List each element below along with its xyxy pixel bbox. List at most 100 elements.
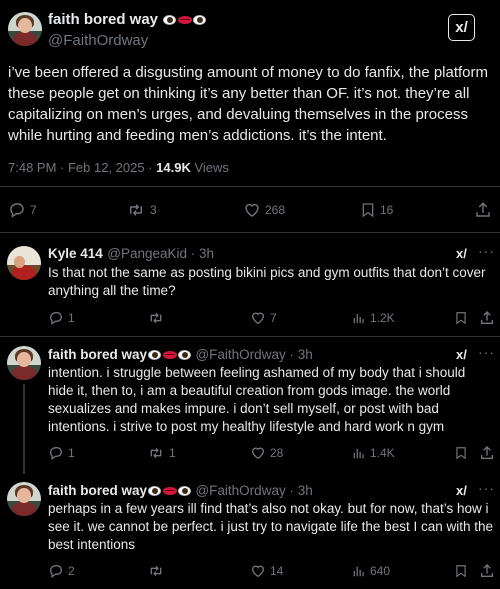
reply-button[interactable]: 2 xyxy=(48,563,75,579)
reply-icon xyxy=(49,447,63,460)
share-icon xyxy=(481,446,493,459)
avatar[interactable] xyxy=(7,246,41,280)
bookmark-button[interactable] xyxy=(454,445,468,461)
author-handle[interactable]: @FaithOrdway xyxy=(48,32,148,49)
bookmark-button[interactable] xyxy=(454,310,468,326)
bookmark-button[interactable] xyxy=(454,563,468,579)
divider xyxy=(0,232,500,233)
repost-button[interactable] xyxy=(147,563,169,579)
reply-author-handle[interactable]: @FaithOrdway · 3h xyxy=(195,483,312,498)
eye-emoji-icon xyxy=(148,350,162,361)
thread-line xyxy=(23,384,25,474)
share-button[interactable] xyxy=(479,310,495,326)
eye-emoji-icon xyxy=(178,350,192,361)
bookmark-count: 16 xyxy=(380,203,394,217)
author-name-text: faith bored way xyxy=(48,11,159,28)
grok-icon[interactable]: x/ xyxy=(456,347,467,362)
like-button[interactable]: 28 xyxy=(250,445,283,461)
repost-icon xyxy=(150,312,162,324)
views-icon xyxy=(353,448,364,459)
eye-emoji-icon xyxy=(163,15,177,26)
views-label: Views xyxy=(190,160,229,175)
grok-icon[interactable]: x/ xyxy=(456,246,467,261)
repost-count: 3 xyxy=(150,203,157,217)
reply-icon xyxy=(49,312,63,325)
author-name[interactable]: faith bored way xyxy=(48,11,207,28)
lips-emoji-icon xyxy=(163,487,178,496)
more-icon[interactable]: ··· xyxy=(478,480,495,496)
like-button[interactable]: 14 xyxy=(250,563,283,579)
post-meta: 7:48 PM · Feb 12, 2025 · 14.9K Views xyxy=(8,160,229,175)
reply-count: 7 xyxy=(30,203,37,217)
reply-author-name[interactable]: faith bored way xyxy=(48,347,192,362)
heart-icon xyxy=(245,203,259,217)
reply-header: faith bored way @FaithOrdway · 3h xyxy=(48,482,313,500)
lips-emoji-icon xyxy=(163,351,178,360)
eye-emoji-icon xyxy=(148,486,162,497)
reply-author-name[interactable]: faith bored way xyxy=(48,483,192,498)
like-count: 14 xyxy=(270,564,284,578)
like-button[interactable]: 7 xyxy=(250,310,277,326)
share-button[interactable] xyxy=(474,201,492,219)
more-icon[interactable]: ··· xyxy=(478,243,495,259)
repost-icon xyxy=(130,204,142,216)
share-button[interactable] xyxy=(479,445,495,461)
views-count: 640 xyxy=(370,564,391,578)
like-button[interactable]: 268 xyxy=(243,201,285,219)
share-icon xyxy=(476,202,490,217)
grok-label: x/ xyxy=(455,19,468,36)
eye-emoji-icon xyxy=(178,486,192,497)
reply-author-handle[interactable]: @PangeaKid · 3h xyxy=(107,246,214,261)
reply-text: perhaps in a few years ill find that’s a… xyxy=(48,501,493,552)
avatar[interactable] xyxy=(7,346,41,380)
reply-header: Kyle 414 @PangeaKid · 3h xyxy=(48,245,214,263)
like-count: 28 xyxy=(270,446,284,460)
reply-text: intention. i struggle between feeling as… xyxy=(48,365,466,434)
reply-author-name-text: faith bored way xyxy=(48,483,148,498)
reply-count: 1 xyxy=(68,446,75,460)
repost-button[interactable]: 3 xyxy=(126,201,157,219)
like-count: 268 xyxy=(265,203,286,217)
share-button[interactable] xyxy=(479,563,495,579)
reply-button[interactable]: 7 xyxy=(8,201,37,219)
repost-button[interactable]: 1 xyxy=(147,445,176,461)
bookmark-icon xyxy=(362,203,374,218)
repost-button[interactable] xyxy=(147,310,169,326)
views-button[interactable]: 1.4K xyxy=(352,445,395,461)
divider xyxy=(0,186,500,187)
views-count: 1.4K xyxy=(370,446,395,460)
bookmark-icon xyxy=(456,312,466,325)
like-count: 7 xyxy=(270,311,277,325)
bookmark-icon xyxy=(456,565,466,578)
reply-text: Is that not the same as posting bikini p… xyxy=(48,265,486,298)
reply-author-name-text: faith bored way xyxy=(48,347,148,362)
heart-icon xyxy=(251,447,265,460)
grok-icon[interactable]: x/ xyxy=(448,14,475,41)
repost-icon xyxy=(150,447,162,459)
repost-count: 1 xyxy=(169,446,176,460)
reply-header: faith bored way @FaithOrdway · 3h xyxy=(48,346,313,364)
post-time[interactable]: 7:48 PM · Feb 12, 2025 · xyxy=(8,160,156,175)
views-icon xyxy=(353,313,364,324)
reply-icon xyxy=(49,565,63,578)
more-icon[interactable]: ··· xyxy=(478,344,495,360)
views-icon xyxy=(353,566,364,577)
reply-author-handle[interactable]: @FaithOrdway · 3h xyxy=(195,347,312,362)
views-button[interactable]: 640 xyxy=(352,563,390,579)
reply-author-name[interactable]: Kyle 414 xyxy=(48,246,103,261)
reply-count: 1 xyxy=(68,311,75,325)
share-icon xyxy=(481,311,493,324)
grok-icon[interactable]: x/ xyxy=(456,483,467,498)
avatar[interactable] xyxy=(8,12,42,46)
heart-icon xyxy=(251,565,265,578)
reply-button[interactable]: 1 xyxy=(48,445,75,461)
lips-emoji-icon xyxy=(178,16,193,25)
views-count: 14.9K xyxy=(156,160,191,175)
views-count: 1.2K xyxy=(370,311,395,325)
avatar[interactable] xyxy=(7,482,41,516)
views-button[interactable]: 1.2K xyxy=(352,310,395,326)
bookmark-button[interactable]: 16 xyxy=(360,201,393,219)
share-icon xyxy=(481,564,493,577)
reply-button[interactable]: 1 xyxy=(48,310,75,326)
reply-count: 2 xyxy=(68,564,75,578)
